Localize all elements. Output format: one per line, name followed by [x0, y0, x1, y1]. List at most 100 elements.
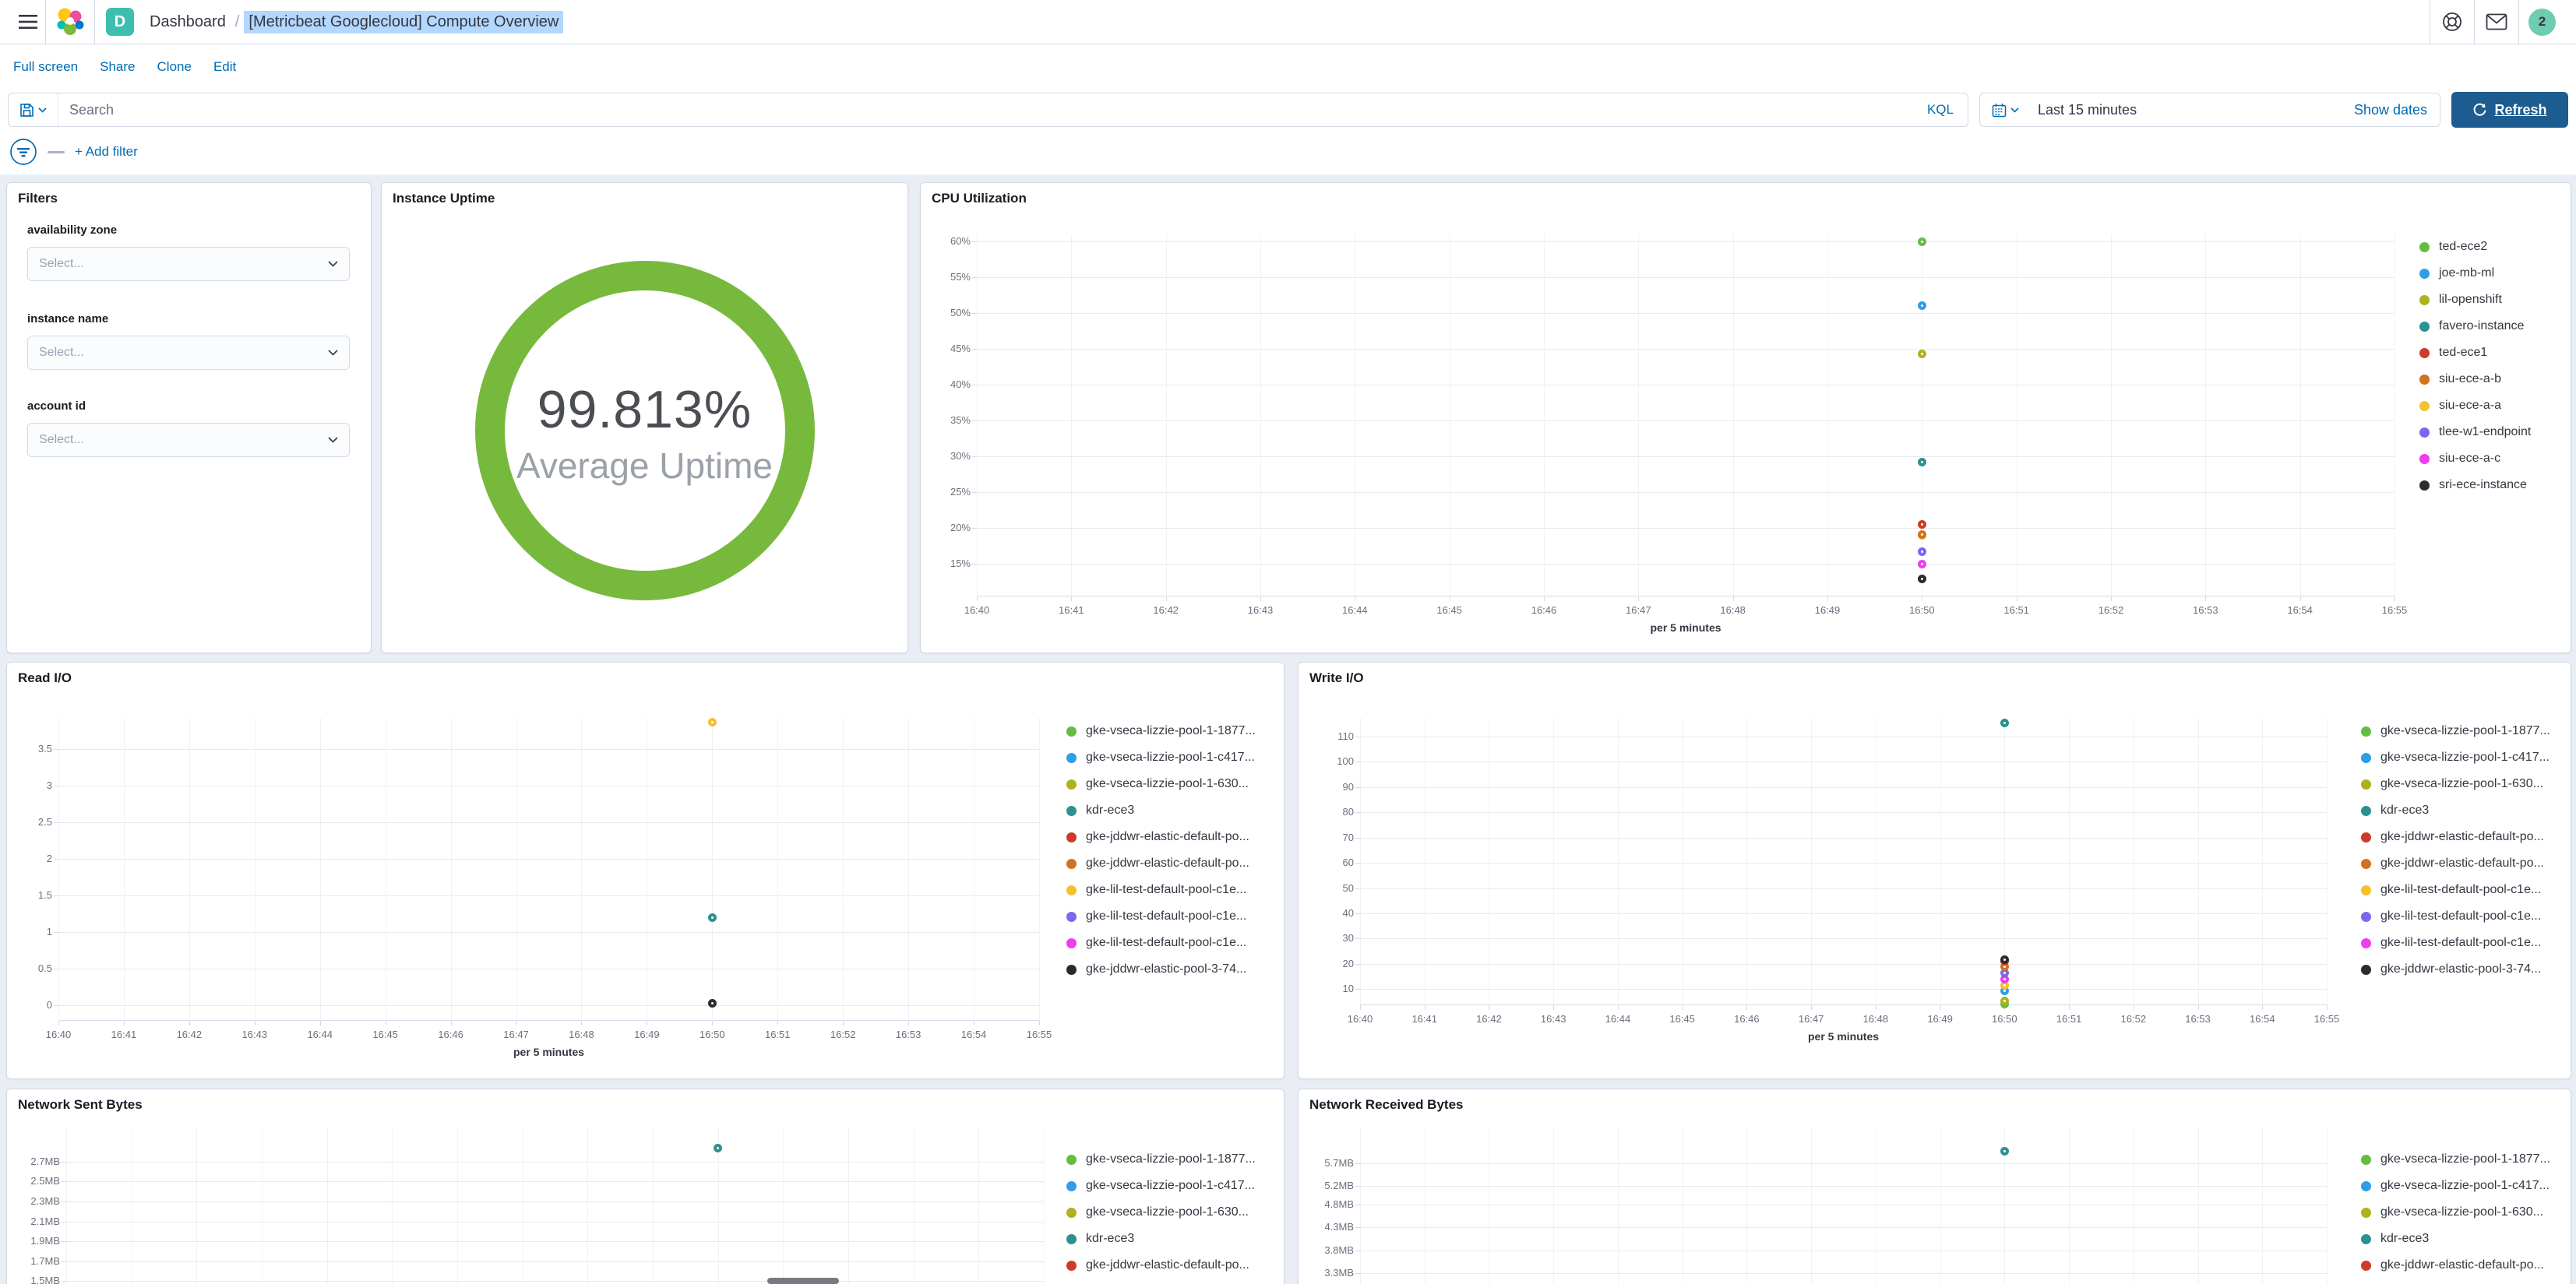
legend-item[interactable]: siu-ece-a-c: [2419, 445, 2531, 472]
full-screen-link[interactable]: Full screen: [13, 59, 78, 75]
legend-item[interactable]: gke-jddwr-elastic-default-po...: [2361, 1279, 2550, 1284]
data-point[interactable]: [1917, 458, 1926, 467]
chevron-down-icon: [38, 107, 47, 113]
legend-item[interactable]: gke-lil-test-default-pool-c1e...: [2361, 930, 2550, 956]
legend-item[interactable]: gke-lil-test-default-pool-c1e...: [1066, 903, 1256, 930]
legend-item[interactable]: siu-ece-a-a: [2419, 392, 2531, 419]
y-tick-mark: [1355, 812, 1360, 814]
user-avatar[interactable]: 2: [2528, 8, 2556, 36]
legend-item[interactable]: gke-jddwr-elastic-default-po...: [2361, 824, 2550, 850]
filter-menu-icon[interactable]: [9, 138, 37, 166]
legend-item[interactable]: joe-mb-ml: [2419, 260, 2531, 287]
legend-item[interactable]: tlee-w1-endpoint: [2419, 419, 2531, 445]
legend-item[interactable]: gke-jddwr-elastic-default-po...: [1066, 1279, 1256, 1284]
legend-item[interactable]: gke-jddwr-elastic-pool-3-74...: [1066, 956, 1256, 983]
legend-item[interactable]: gke-lil-test-default-pool-c1e...: [2361, 877, 2550, 903]
legend-item[interactable]: gke-vseca-lizzie-pool-1-c417...: [1066, 1173, 1256, 1199]
legend-item[interactable]: gke-jddwr-elastic-default-po...: [1066, 824, 1256, 850]
search-input[interactable]: [58, 101, 1913, 118]
legend-item[interactable]: gke-lil-test-default-pool-c1e...: [1066, 877, 1256, 903]
data-point[interactable]: [2000, 955, 2009, 965]
legend-item[interactable]: gke-lil-test-default-pool-c1e...: [1066, 930, 1256, 956]
top-navbar: D Dashboard / [Metricbeat Googlecloud] C…: [0, 0, 2576, 44]
data-point[interactable]: [707, 717, 717, 726]
legend-item[interactable]: gke-vseca-lizzie-pool-1-630...: [2361, 771, 2550, 797]
availability-zone-select[interactable]: Select...: [27, 247, 350, 281]
legend-item[interactable]: gke-jddwr-elastic-pool-3-74...: [2361, 956, 2550, 983]
legend-item[interactable]: kdr-ece3: [1066, 1226, 1256, 1252]
query-language-button[interactable]: KQL: [1913, 102, 1968, 118]
data-point-center: [1920, 578, 1923, 581]
legend-item[interactable]: siu-ece-a-b: [2419, 366, 2531, 392]
kibana-dashboard-page: D Dashboard / [Metricbeat Googlecloud] C…: [0, 0, 2576, 1284]
data-point[interactable]: [1917, 547, 1926, 557]
date-quick-select-button[interactable]: [1980, 93, 2030, 126]
legend-item[interactable]: gke-vseca-lizzie-pool-1-630...: [1066, 771, 1256, 797]
legend-item[interactable]: lil-openshift: [2419, 287, 2531, 313]
legend-item[interactable]: gke-lil-test-default-pool-c1e...: [2361, 903, 2550, 930]
x-axis-tick-label: 16:54: [2249, 1013, 2275, 1025]
edit-link[interactable]: Edit: [213, 59, 236, 75]
elastic-logo[interactable]: [46, 0, 94, 44]
mail-button[interactable]: [2475, 0, 2518, 44]
add-filter-link[interactable]: + Add filter: [75, 144, 138, 160]
data-point[interactable]: [1917, 520, 1926, 529]
legend-item[interactable]: gke-vseca-lizzie-pool-1-1877...: [2361, 718, 2550, 744]
data-point[interactable]: [707, 913, 717, 922]
refresh-button[interactable]: Refresh: [2451, 92, 2568, 128]
clone-link[interactable]: Clone: [157, 59, 192, 75]
data-point[interactable]: [2000, 1146, 2009, 1156]
legend-item[interactable]: gke-jddwr-elastic-default-po...: [2361, 1252, 2550, 1279]
time-range-value[interactable]: Last 15 minutes: [2038, 102, 2137, 118]
breadcrumb[interactable]: Dashboard: [150, 13, 226, 31]
legend-item[interactable]: gke-vseca-lizzie-pool-1-c417...: [2361, 744, 2550, 771]
data-point[interactable]: [1917, 559, 1926, 568]
deployment-badge[interactable]: D: [106, 8, 134, 36]
x-axis-tick-label: 16:49: [1927, 1013, 1953, 1025]
legend-item[interactable]: gke-vseca-lizzie-pool-1-630...: [2361, 1199, 2550, 1226]
legend-item[interactable]: kdr-ece3: [2361, 1226, 2550, 1252]
legend-item[interactable]: gke-jddwr-elastic-default-po...: [1066, 1252, 1256, 1279]
y-tick-mark: [972, 528, 977, 529]
show-dates-link[interactable]: Show dates: [2354, 102, 2440, 118]
data-point[interactable]: [714, 1143, 723, 1152]
legend-label: gke-vseca-lizzie-pool-1-630...: [2380, 1205, 2543, 1219]
legend-item[interactable]: ted-ece2: [2419, 234, 2531, 260]
data-point[interactable]: [707, 998, 717, 1008]
legend-label: gke-jddwr-elastic-pool-3-74...: [1086, 962, 1247, 976]
data-point[interactable]: [1917, 530, 1926, 540]
legend-item[interactable]: kdr-ece3: [2361, 797, 2550, 824]
data-point[interactable]: [1917, 350, 1926, 359]
horizontal-scrollbar-thumb[interactable]: [767, 1278, 839, 1284]
saved-query-button[interactable]: [9, 93, 58, 126]
instance-name-select[interactable]: Select...: [27, 336, 350, 370]
legend-item[interactable]: gke-vseca-lizzie-pool-1-1877...: [1066, 1146, 1256, 1173]
share-link[interactable]: Share: [100, 59, 135, 75]
help-button[interactable]: [2430, 0, 2474, 44]
x-axis-tick-label: 16:44: [1605, 1013, 1631, 1025]
legend-dot-icon: [1066, 832, 1077, 843]
y-tick-mark: [62, 1281, 66, 1282]
gridline-horizontal: [66, 1281, 1044, 1282]
legend-item[interactable]: gke-jddwr-elastic-default-po...: [2361, 850, 2550, 877]
y-tick-mark: [972, 564, 977, 565]
legend-item[interactable]: gke-jddwr-elastic-default-po...: [1066, 850, 1256, 877]
legend-item[interactable]: favero-instance: [2419, 313, 2531, 339]
legend-item[interactable]: gke-vseca-lizzie-pool-1-1877...: [2361, 1146, 2550, 1173]
legend-item[interactable]: gke-vseca-lizzie-pool-1-630...: [1066, 1199, 1256, 1226]
data-point[interactable]: [1917, 575, 1926, 584]
legend-item[interactable]: gke-vseca-lizzie-pool-1-c417...: [2361, 1173, 2550, 1199]
legend-item[interactable]: gke-vseca-lizzie-pool-1-1877...: [1066, 718, 1256, 744]
legend-item[interactable]: ted-ece1: [2419, 339, 2531, 366]
x-axis-tick-label: 16:47: [503, 1029, 529, 1040]
legend-item[interactable]: kdr-ece3: [1066, 797, 1256, 824]
legend-item[interactable]: sri-ece-instance: [2419, 472, 2531, 498]
account-id-select[interactable]: Select...: [27, 423, 350, 457]
data-point[interactable]: [1917, 301, 1926, 310]
y-axis-tick-label: 2.5: [37, 816, 52, 828]
x-axis-tick-label: 16:52: [2120, 1013, 2147, 1025]
x-tick-mark: [450, 1021, 452, 1025]
data-point[interactable]: [1917, 237, 1926, 246]
legend-item[interactable]: gke-vseca-lizzie-pool-1-c417...: [1066, 744, 1256, 771]
menu-button[interactable]: [11, 0, 45, 44]
